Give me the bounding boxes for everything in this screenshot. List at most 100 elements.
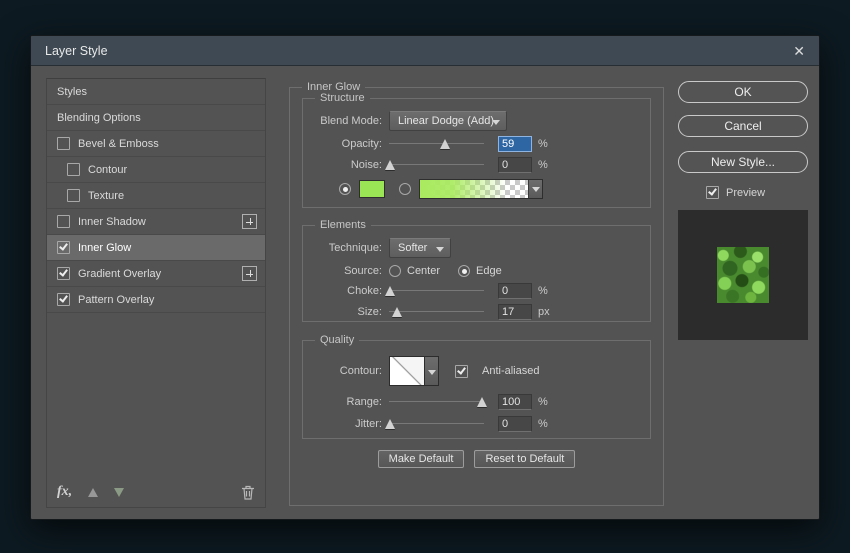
- contour-thumbnail[interactable]: [389, 356, 425, 386]
- layer-style-dialog: Layer Style ✕ Styles Blending Options Be…: [30, 35, 820, 520]
- sidebar-item-blending-options[interactable]: Blending Options: [47, 105, 265, 131]
- size-label: Size:: [309, 306, 389, 318]
- sidebar-item-contour[interactable]: Contour: [47, 157, 265, 183]
- checkbox-icon[interactable]: [57, 293, 70, 306]
- antialiased-label[interactable]: Anti-aliased: [482, 365, 539, 377]
- source-center-label[interactable]: Center: [407, 265, 440, 277]
- antialiased-checkbox[interactable]: [455, 365, 468, 378]
- ok-button[interactable]: OK: [678, 81, 808, 103]
- source-label: Source:: [309, 265, 389, 277]
- preview-checkbox[interactable]: [706, 186, 719, 199]
- slider-track: [389, 401, 484, 402]
- delete-effect-icon[interactable]: [241, 485, 255, 500]
- noise-label: Noise:: [309, 159, 389, 171]
- chevron-down-icon[interactable]: [425, 356, 439, 386]
- choke-input[interactable]: [498, 283, 532, 299]
- slider-thumb[interactable]: [385, 160, 395, 170]
- source-edge-radio[interactable]: [458, 265, 470, 277]
- add-effect-icon[interactable]: [242, 266, 257, 281]
- check-icon: [59, 293, 68, 302]
- source-center-radio[interactable]: [389, 265, 401, 277]
- checkbox-icon[interactable]: [67, 163, 80, 176]
- range-row: Range: %: [309, 394, 642, 410]
- layer-preview-thumbnail: [717, 247, 769, 303]
- checkbox-icon[interactable]: [57, 241, 70, 254]
- make-default-button[interactable]: Make Default: [378, 450, 465, 468]
- contour-picker[interactable]: [389, 356, 439, 386]
- dialog-title: Layer Style: [45, 44, 108, 58]
- move-effect-down-icon[interactable]: [114, 488, 124, 497]
- slider-track: [389, 164, 484, 165]
- preview-toggle-row: Preview: [706, 186, 808, 199]
- slider-thumb[interactable]: [385, 286, 395, 296]
- slider-thumb[interactable]: [385, 419, 395, 429]
- sidebar-item-texture[interactable]: Texture: [47, 183, 265, 209]
- technique-label: Technique:: [309, 242, 389, 254]
- slider-thumb[interactable]: [392, 307, 402, 317]
- slider-track: [389, 311, 484, 312]
- new-style-button[interactable]: New Style...: [678, 151, 808, 173]
- sidebar-item-label: Gradient Overlay: [78, 268, 161, 280]
- choke-unit: %: [538, 285, 548, 297]
- choke-label: Choke:: [309, 285, 389, 297]
- range-slider[interactable]: [389, 394, 484, 410]
- sidebar-item-bevel-emboss[interactable]: Bevel & Emboss: [47, 131, 265, 157]
- contour-label: Contour:: [309, 365, 389, 377]
- blend-mode-select[interactable]: Linear Dodge (Add): [389, 111, 507, 131]
- sidebar-item-label: Inner Shadow: [78, 216, 146, 228]
- glow-color-swatch[interactable]: [359, 180, 385, 198]
- opacity-slider[interactable]: [389, 136, 484, 152]
- gradient-picker[interactable]: [419, 179, 543, 199]
- technique-select[interactable]: Softer: [389, 238, 451, 258]
- sidebar-item-inner-shadow[interactable]: Inner Shadow: [47, 209, 265, 235]
- dialog-titlebar[interactable]: Layer Style ✕: [31, 36, 819, 66]
- elements-group: Elements Technique: Softer Source: Cente…: [302, 225, 651, 322]
- dialog-body: Styles Blending Options Bevel & Emboss C…: [31, 66, 819, 520]
- size-row: Size: px: [309, 304, 642, 320]
- size-slider[interactable]: [389, 304, 484, 320]
- dialog-actions: OK Cancel New Style... Preview: [678, 81, 808, 340]
- checkbox-icon[interactable]: [57, 215, 70, 228]
- range-input[interactable]: [498, 394, 532, 410]
- sidebar-item-pattern-overlay[interactable]: Pattern Overlay: [47, 287, 265, 313]
- choke-row: Choke: %: [309, 283, 642, 299]
- blend-mode-value: Linear Dodge (Add): [398, 115, 494, 127]
- opacity-input[interactable]: [498, 136, 532, 152]
- source-edge-label[interactable]: Edge: [476, 265, 502, 277]
- sidebar-item-styles[interactable]: Styles: [47, 79, 265, 105]
- chevron-down-icon[interactable]: [528, 180, 542, 198]
- move-effect-up-icon[interactable]: [88, 488, 98, 497]
- jitter-input[interactable]: [498, 416, 532, 432]
- sidebar-item-inner-glow[interactable]: Inner Glow: [47, 235, 265, 261]
- noise-slider[interactable]: [389, 157, 484, 173]
- slider-track: [389, 143, 484, 144]
- color-radio[interactable]: [339, 183, 351, 195]
- noise-input[interactable]: [498, 157, 532, 173]
- jitter-slider[interactable]: [389, 416, 484, 432]
- slider-thumb[interactable]: [440, 139, 450, 149]
- close-icon[interactable]: ✕: [793, 44, 805, 58]
- checkbox-icon[interactable]: [57, 267, 70, 280]
- sidebar-item-gradient-overlay[interactable]: Gradient Overlay: [47, 261, 265, 287]
- slider-thumb[interactable]: [477, 397, 487, 407]
- checkbox-icon[interactable]: [57, 137, 70, 150]
- choke-slider[interactable]: [389, 283, 484, 299]
- preview-label[interactable]: Preview: [726, 187, 765, 199]
- reset-to-default-button[interactable]: Reset to Default: [474, 450, 575, 468]
- add-effect-icon[interactable]: [242, 214, 257, 229]
- cancel-button[interactable]: Cancel: [678, 115, 808, 137]
- quality-group: Quality Contour: Anti-aliased Range:: [302, 340, 651, 439]
- gradient-preview: [420, 180, 528, 198]
- technique-row: Technique: Softer: [309, 238, 642, 258]
- jitter-unit: %: [538, 418, 548, 430]
- slider-track: [389, 290, 484, 291]
- checkbox-icon[interactable]: [67, 189, 80, 202]
- sidebar-item-label: Pattern Overlay: [78, 294, 154, 306]
- size-input[interactable]: [498, 304, 532, 320]
- jitter-row: Jitter: %: [309, 416, 642, 432]
- defaults-button-row: Make Default Reset to Default: [290, 450, 663, 468]
- check-icon: [457, 365, 466, 374]
- fx-menu-icon[interactable]: fx,: [57, 484, 72, 500]
- gradient-radio[interactable]: [399, 183, 411, 195]
- opacity-row: Opacity: %: [309, 136, 642, 152]
